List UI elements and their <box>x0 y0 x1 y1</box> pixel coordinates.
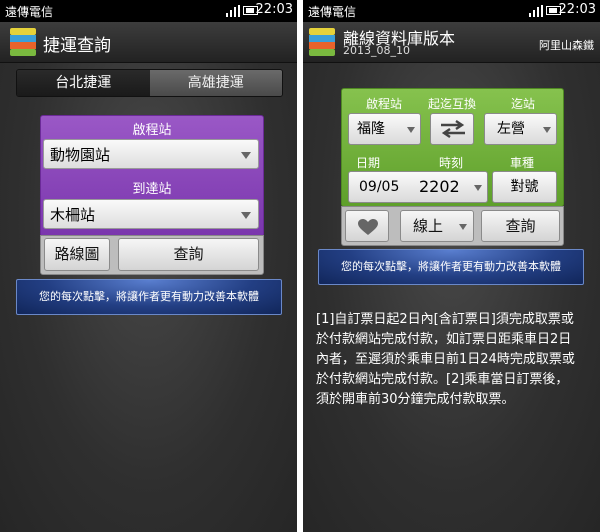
dropdown-arrow-icon <box>474 185 482 191</box>
action-button-panel: 路線圖 查詢 <box>40 235 264 275</box>
metro-tabs: 台北捷運 高雄捷運 <box>16 69 283 97</box>
time-value: 2202 <box>419 177 460 196</box>
notice-line: [1]自訂票日起2日內[含訂票日]須完成取票或 <box>316 312 574 327</box>
carrier-name: 遠傳電信 <box>5 5 54 19</box>
ad-banner[interactable]: 您的每次點擊，將讓作者更有動力改善本軟體 <box>318 249 584 285</box>
train-type-select[interactable]: 對號 <box>492 171 557 203</box>
dropdown-arrow-icon <box>543 127 551 133</box>
dropdown-arrow-icon <box>241 212 251 219</box>
origin-label: 啟程站 <box>365 97 402 111</box>
ticketing-notice: [1]自訂票日起2日內[含訂票日]須完成取票或 於付款網站完成付款，如訂票日距乘… <box>316 310 588 410</box>
carrier-name: 遠傳電信 <box>308 5 357 19</box>
origin-station-value: 動物園站 <box>50 146 111 164</box>
ad-banner[interactable]: 您的每次點擊，將讓作者更有動力改善本軟體 <box>16 279 282 315</box>
status-bar: 遠傳電信 22:03 <box>303 0 600 22</box>
app-icon <box>309 28 335 56</box>
swap-label: 起迄互換 <box>427 97 476 111</box>
status-bar: 遠傳電信 22:03 <box>0 0 297 22</box>
origin-label: 啟程站 <box>132 123 172 138</box>
dropdown-arrow-icon <box>241 152 251 159</box>
dropdown-arrow-icon <box>407 127 415 133</box>
origin-station-select[interactable]: 福隆 <box>348 113 421 145</box>
destination-label: 迄站 <box>510 97 535 111</box>
destination-label: 到達站 <box>132 182 172 197</box>
destination-station-value: 左營 <box>497 121 525 137</box>
heart-icon <box>358 219 378 235</box>
train-type-label: 車種 <box>509 156 534 170</box>
station-picker-panel: 啟程站 動物園站 到達站 木柵站 <box>40 115 264 237</box>
app-icon <box>10 28 36 56</box>
right-screen: 遠傳電信 22:03 離線資料庫版本 2013_08_10 阿里山森鐵 啟程站 … <box>303 0 600 532</box>
date-time-select[interactable]: 09/05 2202 <box>348 171 488 203</box>
swap-stations-button[interactable] <box>430 113 474 145</box>
destination-station-select[interactable]: 木柵站 <box>43 199 259 229</box>
origin-station-value: 福隆 <box>357 121 385 137</box>
alishan-railway-link[interactable]: 阿里山森鐵 <box>539 37 594 53</box>
app-title-bar: 離線資料庫版本 2013_08_10 阿里山森鐵 <box>303 22 600 63</box>
query-button[interactable]: 查詢 <box>118 238 259 271</box>
ticket-query-panel: 啟程站 起迄互換 迄站 福隆 左營 日期 時刻 車種 09/05 2202 對號 <box>341 88 564 207</box>
dropdown-arrow-icon <box>459 224 467 230</box>
tab-kaohsiung-metro[interactable]: 高雄捷運 <box>149 70 282 96</box>
origin-station-select[interactable]: 動物園站 <box>43 139 259 169</box>
route-map-button[interactable]: 路線圖 <box>44 238 110 271</box>
notice-line: 內者，至遲須於乘車日前1日24時完成取票或 <box>316 352 575 367</box>
date-value: 09/05 <box>359 179 400 195</box>
page-title: 捷運查詢 <box>43 36 111 56</box>
signal-icon <box>529 5 543 17</box>
notice-line: 須於開車前30分鐘完成付款取票。 <box>316 392 515 407</box>
date-label: 日期 <box>355 156 380 170</box>
clock: 22:03 <box>558 2 596 17</box>
clock: 22:03 <box>255 2 293 17</box>
tab-taipei-metro[interactable]: 台北捷運 <box>17 70 150 96</box>
destination-station-select[interactable]: 左營 <box>484 113 557 145</box>
destination-station-value: 木柵站 <box>50 206 96 224</box>
notice-line: 於付款網站完成付款，如訂票日距乘車日2日 <box>316 332 572 347</box>
app-title-bar: 捷運查詢 <box>0 22 297 63</box>
screenshot-pair: 遠傳電信 22:03 捷運查詢 台北捷運 高雄捷運 啟程站 動物園站 到達站 木… <box>0 0 600 532</box>
online-mode-select[interactable]: 線上 <box>400 210 474 242</box>
left-screen: 遠傳電信 22:03 捷運查詢 台北捷運 高雄捷運 啟程站 動物園站 到達站 木… <box>0 0 297 532</box>
database-version: 2013_08_10 <box>343 44 410 57</box>
time-label: 時刻 <box>438 156 463 170</box>
swap-arrows-icon <box>441 120 465 138</box>
query-button[interactable]: 查詢 <box>481 210 560 242</box>
signal-icon <box>226 5 240 17</box>
favorite-button[interactable] <box>345 210 389 242</box>
action-button-panel: 線上 查詢 <box>341 206 564 246</box>
mode-value: 線上 <box>413 217 444 235</box>
train-type-value: 對號 <box>510 179 539 195</box>
notice-line: 於付款網站完成付款。[2]乘車當日訂票後， <box>316 372 569 387</box>
